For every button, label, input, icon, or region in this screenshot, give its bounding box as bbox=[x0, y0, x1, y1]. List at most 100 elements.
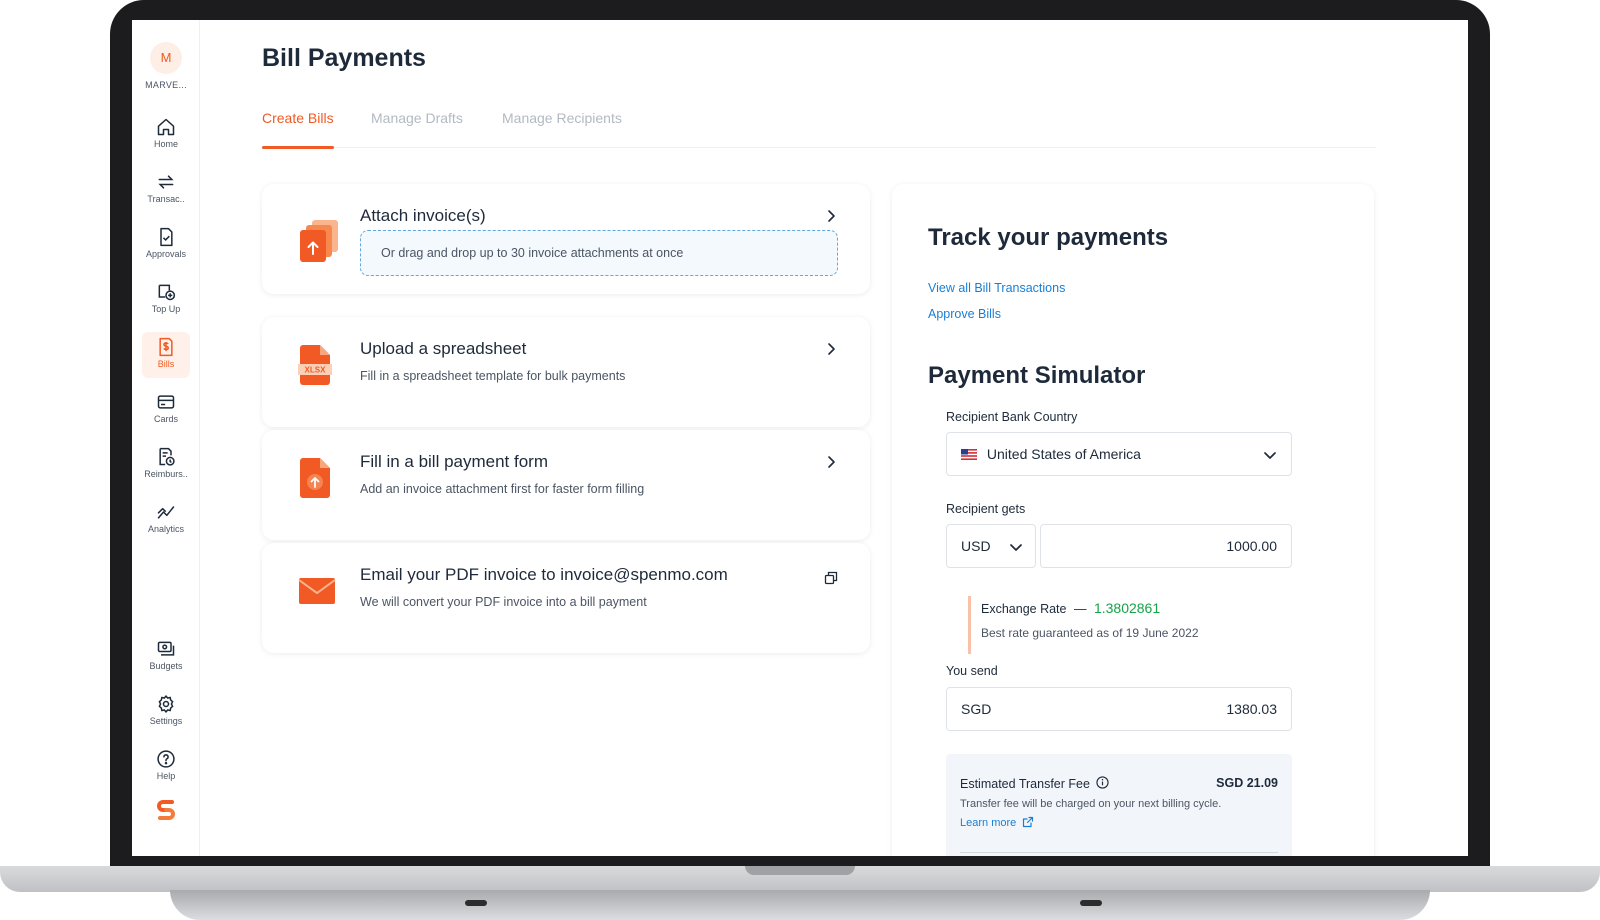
track-payments-title: Track your payments bbox=[928, 224, 1169, 251]
sidebar: M MARVE... Home Transac.. Approvals Top … bbox=[132, 20, 200, 856]
bill-dollar-icon bbox=[159, 337, 173, 357]
copy-icon[interactable] bbox=[824, 571, 838, 585]
chevron-down-icon bbox=[1010, 544, 1022, 551]
tab-create-bills[interactable]: Create Bills bbox=[262, 108, 334, 149]
recipient-country-select[interactable]: United States of America bbox=[946, 432, 1292, 476]
transfer-fee-box: Estimated Transfer Fee SGD 21.09 Transfe… bbox=[946, 754, 1292, 856]
card-subtitle: Fill in a spreadsheet template for bulk … bbox=[360, 369, 626, 383]
exchange-rate-label: Exchange Rate bbox=[981, 602, 1067, 616]
card-icon bbox=[157, 395, 175, 409]
recipient-currency-select[interactable]: USD bbox=[946, 524, 1036, 568]
fee-divider bbox=[960, 852, 1278, 853]
exchange-rate-value: 1.3802861 bbox=[1093, 600, 1161, 616]
attach-invoice-card[interactable]: Attach invoice(s) Or drag and drop up to… bbox=[262, 184, 870, 294]
top-up-icon bbox=[158, 284, 176, 301]
laptop-foot bbox=[465, 900, 487, 906]
card-title: Fill in a bill payment form bbox=[360, 452, 549, 471]
app-screen: M MARVE... Home Transac.. Approvals Top … bbox=[132, 20, 1468, 856]
card-subtitle: We will convert your PDF invoice into a … bbox=[360, 595, 647, 609]
sidebar-item-bills[interactable]: Bills bbox=[142, 332, 190, 378]
spenmo-logo-icon bbox=[157, 800, 175, 820]
envelope-icon bbox=[298, 578, 336, 604]
transfer-fee-value: SGD 21.09 bbox=[1216, 776, 1278, 790]
recipient-amount-input[interactable]: 1000.00 bbox=[1040, 524, 1292, 568]
exchange-rate-dash: — bbox=[1073, 602, 1087, 616]
chevron-right-icon[interactable] bbox=[824, 209, 838, 223]
sidebar-item-label: Help bbox=[156, 771, 176, 781]
sidebar-item-home[interactable]: Home bbox=[142, 112, 190, 158]
track-payments-panel: Track your payments View all Bill Transa… bbox=[892, 184, 1374, 856]
transfer-arrows-icon bbox=[158, 175, 174, 189]
invoice-drop-zone[interactable]: Or drag and drop up to 30 invoice attach… bbox=[360, 230, 838, 276]
sidebar-item-label: Home bbox=[153, 139, 178, 149]
upload-file-icon bbox=[300, 458, 330, 498]
exchange-rate-note: Best rate guaranteed as of 19 June 2022 bbox=[981, 626, 1199, 640]
reimburse-icon bbox=[159, 447, 175, 466]
payment-simulator-title: Payment Simulator bbox=[928, 362, 1146, 389]
recipient-gets-label: Recipient gets bbox=[946, 502, 1026, 516]
sidebar-item-transactions[interactable]: Transac.. bbox=[142, 167, 190, 213]
email-invoice-card[interactable]: Email your PDF invoice to invoice@spenmo… bbox=[262, 543, 870, 653]
sidebar-item-analytics[interactable]: Analytics bbox=[142, 497, 190, 543]
recipient-country-value: United States of America bbox=[986, 446, 1141, 462]
sidebar-item-reimbursements[interactable]: Reimburs.. bbox=[142, 442, 190, 488]
recipient-currency-value: USD bbox=[961, 538, 991, 554]
you-send-input[interactable]: SGD 1380.03 bbox=[946, 687, 1292, 731]
sidebar-item-top-up[interactable]: Top Up bbox=[142, 277, 190, 323]
view-bill-transactions-link[interactable]: View all Bill Transactions bbox=[928, 281, 1065, 295]
card-title: Email your PDF invoice to invoice@spenmo… bbox=[360, 565, 728, 584]
tab-manage-drafts[interactable]: Manage Drafts bbox=[371, 108, 463, 148]
document-check-icon bbox=[160, 227, 173, 247]
sidebar-item-label: Budgets bbox=[149, 661, 183, 671]
card-subtitle: Add an invoice attachment first for fast… bbox=[360, 482, 645, 496]
you-send-label: You send bbox=[946, 664, 998, 678]
sidebar-item-budgets[interactable]: Budgets bbox=[142, 634, 190, 680]
chevron-right-icon[interactable] bbox=[824, 342, 838, 356]
send-amount: 1380.03 bbox=[1226, 701, 1277, 717]
sidebar-item-label: Top Up bbox=[151, 304, 181, 314]
chevron-down-icon bbox=[1264, 452, 1276, 459]
sidebar-item-label: Approvals bbox=[145, 249, 187, 259]
attach-files-icon bbox=[300, 220, 338, 262]
external-link-icon bbox=[1023, 816, 1034, 828]
sidebar-item-label: Reimburs.. bbox=[144, 469, 188, 479]
laptop-base-bottom bbox=[170, 890, 1430, 920]
tab-bar: Create Bills Manage Drafts Manage Recipi… bbox=[262, 108, 1376, 149]
tab-manage-recipients[interactable]: Manage Recipients bbox=[502, 108, 622, 148]
learn-more-label: Learn more bbox=[960, 817, 1017, 829]
org-avatar: M bbox=[150, 42, 182, 74]
sidebar-item-approvals[interactable]: Approvals bbox=[142, 222, 190, 268]
page-title: Bill Payments bbox=[262, 44, 426, 72]
card-title: Upload a spreadsheet bbox=[360, 339, 527, 358]
sidebar-item-label: Bills bbox=[157, 359, 175, 369]
home-icon bbox=[157, 118, 175, 136]
sidebar-item-cards[interactable]: Cards bbox=[142, 387, 190, 433]
send-currency: SGD bbox=[961, 701, 992, 717]
analytics-chart-icon bbox=[157, 506, 175, 519]
bill-payment-form-card[interactable]: Fill in a bill payment form Add an invoi… bbox=[262, 430, 870, 540]
budgets-icon bbox=[157, 641, 175, 656]
card-title: Attach invoice(s) bbox=[360, 206, 486, 225]
xlsx-file-icon: XLSX bbox=[298, 345, 332, 385]
laptop-notch bbox=[745, 866, 855, 875]
help-icon bbox=[157, 750, 175, 768]
us-flag-icon bbox=[961, 449, 977, 460]
org-switcher[interactable]: M MARVE... bbox=[132, 42, 200, 90]
laptop-foot bbox=[1080, 900, 1102, 906]
sidebar-item-settings[interactable]: Settings bbox=[142, 689, 190, 735]
chevron-right-icon[interactable] bbox=[824, 455, 838, 469]
transfer-fee-note: Transfer fee will be charged on your nex… bbox=[960, 798, 1222, 810]
transfer-fee-label: Estimated Transfer Fee bbox=[960, 777, 1090, 791]
approve-bills-link[interactable]: Approve Bills bbox=[928, 307, 1001, 321]
gear-icon bbox=[158, 694, 174, 714]
upload-spreadsheet-card[interactable]: XLSX Upload a spreadsheet Fill in a spre… bbox=[262, 317, 870, 427]
exchange-rate-box: Exchange Rate — 1.3802861 Best rate guar… bbox=[968, 596, 1268, 654]
sidebar-item-help[interactable]: Help bbox=[142, 744, 190, 790]
sidebar-item-label: Settings bbox=[149, 716, 183, 726]
info-icon[interactable] bbox=[1096, 776, 1110, 789]
sidebar-item-label: Analytics bbox=[147, 524, 184, 534]
org-name: MARVE... bbox=[145, 80, 187, 90]
learn-more-link[interactable]: Learn more bbox=[960, 816, 1034, 829]
recipient-country-label: Recipient Bank Country bbox=[946, 410, 1078, 424]
sidebar-item-label: Transac.. bbox=[147, 194, 185, 204]
